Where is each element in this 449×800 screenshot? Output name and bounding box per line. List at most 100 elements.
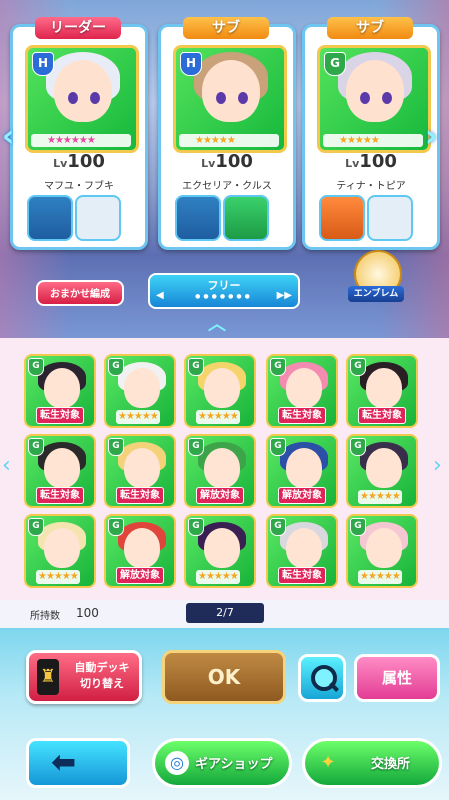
rarity-stars: ★★★★★★ — [31, 134, 131, 147]
character-card[interactable]: G ★★★★★ — [346, 514, 418, 588]
rarity-badge: G — [270, 518, 286, 536]
sub-card[interactable]: サブ G ★★★★★ Lv100 ティナ・トピア — [302, 17, 440, 250]
filter-selector[interactable]: フリー ◀ ●●●●●●● ▶▶ — [148, 273, 300, 309]
eye-icon — [382, 92, 392, 104]
character-face — [124, 448, 160, 488]
arrow-left-icon: ⬅ — [51, 745, 77, 780]
character-name: エクセリア・クルス — [182, 181, 272, 192]
rarity-badge: G — [28, 518, 44, 536]
character-card[interactable]: G ★★★★★ — [104, 354, 176, 428]
sub-card[interactable]: サブ H ★★★★★ Lv100 エクセリア・クルス — [158, 17, 296, 250]
rarity-badge: G — [28, 358, 44, 376]
tower-icon: ♜ — [37, 659, 59, 695]
emblem-button[interactable]: エンブレム — [348, 250, 404, 310]
leader-card[interactable]: リーダー H ★★★★★★ Lv100 マフユ・フブキ — [10, 17, 148, 250]
rarity-badge: G — [188, 518, 204, 536]
status-badge: 転生対象 — [358, 407, 406, 424]
rarity-stars: ★★★★★ — [116, 410, 160, 424]
leader-portrait[interactable]: H ★★★★★★ — [25, 45, 139, 153]
sub-portrait[interactable]: G ★★★★★ — [317, 45, 431, 153]
character-name: マフユ・フブキ — [44, 181, 114, 192]
rarity-badge: H — [32, 52, 54, 76]
character-card[interactable]: G ★★★★★ — [184, 514, 256, 588]
gear-shop-label: ギアショップ — [195, 757, 273, 772]
gear-slot-racket[interactable] — [319, 195, 365, 241]
status-badge: 転生対象 — [36, 407, 84, 424]
gear-slot-racket[interactable] — [27, 195, 73, 241]
gear-shop-button[interactable]: ◎ ギアショップ — [152, 738, 292, 788]
sub-role-label: サブ — [183, 17, 269, 39]
character-card[interactable]: G 転生対象 — [104, 434, 176, 508]
status-badge: 解放対象 — [278, 487, 326, 504]
gear-slot-racket[interactable] — [175, 195, 221, 241]
character-face — [202, 60, 260, 122]
level-value: 100 — [215, 151, 253, 172]
rarity-stars: ★★★★★ — [358, 490, 402, 504]
eye-icon — [90, 92, 100, 104]
coin-icon: ✦ — [320, 752, 336, 773]
chevron-left-icon[interactable]: ‹ — [2, 446, 16, 486]
leader-role-label: リーダー — [35, 17, 121, 39]
search-icon-handle — [329, 682, 339, 692]
status-badge: 転生対象 — [278, 407, 326, 424]
character-face — [124, 528, 160, 568]
character-card[interactable]: G 転生対象 — [24, 434, 96, 508]
character-card[interactable]: G 転生対象 — [24, 354, 96, 428]
eye-icon — [238, 92, 248, 104]
rarity-stars: ★★★★★ — [323, 134, 423, 147]
sub-portrait[interactable]: H ★★★★★ — [173, 45, 287, 153]
chevron-right-icon[interactable]: › — [433, 446, 447, 486]
rarity-badge: G — [188, 358, 204, 376]
character-card[interactable]: G ★★★★★ — [184, 354, 256, 428]
fast-forward-icon[interactable]: ▶▶ — [277, 290, 292, 301]
owned-count-value: 100 — [76, 606, 99, 620]
rarity-badge: G — [270, 438, 286, 456]
back-button[interactable]: ⬅ — [26, 738, 130, 788]
level-display: Lv100 — [305, 151, 437, 172]
rarity-badge: G — [188, 438, 204, 456]
status-badge: 転生対象 — [36, 487, 84, 504]
character-card[interactable]: G 転生対象 — [266, 354, 338, 428]
search-button[interactable] — [298, 654, 346, 702]
exchange-label: 交換所 — [371, 757, 411, 772]
character-face — [44, 448, 80, 488]
omakase-button[interactable]: おまかせ編成 — [36, 280, 124, 306]
rarity-badge: H — [180, 52, 202, 76]
status-badge: 解放対象 — [116, 567, 164, 584]
sub-role-label: サブ — [327, 17, 413, 39]
gear-slot-shoes[interactable] — [367, 195, 413, 241]
attribute-button[interactable]: 属性 — [354, 654, 440, 702]
chevron-left-icon[interactable]: ◀ — [156, 290, 164, 301]
character-face — [204, 368, 240, 408]
character-face — [366, 368, 402, 408]
character-card[interactable]: G 解放対象 — [104, 514, 176, 588]
ok-button[interactable]: OK — [162, 650, 286, 704]
character-name: ティナ・トピア — [336, 181, 406, 192]
character-card[interactable]: G 解放対象 — [184, 434, 256, 508]
character-card[interactable]: G 転生対象 — [346, 354, 418, 428]
level-prefix: Lv — [53, 157, 68, 170]
eye-icon — [68, 92, 78, 104]
chevron-left-icon[interactable]: ‹ — [2, 120, 24, 154]
level-prefix: Lv — [345, 157, 360, 170]
character-card[interactable]: G 解放対象 — [266, 434, 338, 508]
rarity-badge: G — [270, 358, 286, 376]
exchange-button[interactable]: ✦ 交換所 — [302, 738, 442, 788]
character-card[interactable]: G ★★★★★ — [24, 514, 96, 588]
auto-deck-button[interactable]: ♜ 自動デッキ 切り替え — [26, 650, 142, 704]
emblem-label: エンブレム — [348, 286, 404, 302]
rarity-badge: G — [108, 438, 124, 456]
character-card[interactable]: G 転生対象 — [266, 514, 338, 588]
character-card[interactable]: G ★★★★★ — [346, 434, 418, 508]
rarity-stars: ★★★★★ — [36, 570, 80, 584]
eye-icon — [360, 92, 370, 104]
rarity-badge: G — [108, 518, 124, 536]
gear-slot-shoes[interactable] — [223, 195, 269, 241]
rarity-badge: G — [350, 438, 366, 456]
character-face — [346, 60, 404, 122]
gear-slot-shoes[interactable] — [75, 195, 121, 241]
chevron-up-icon[interactable]: ︿ — [208, 310, 226, 336]
level-value: 100 — [359, 151, 397, 172]
chevron-right-icon[interactable]: › — [425, 120, 447, 154]
status-bar: 所持数 100 2/7 — [0, 600, 449, 628]
